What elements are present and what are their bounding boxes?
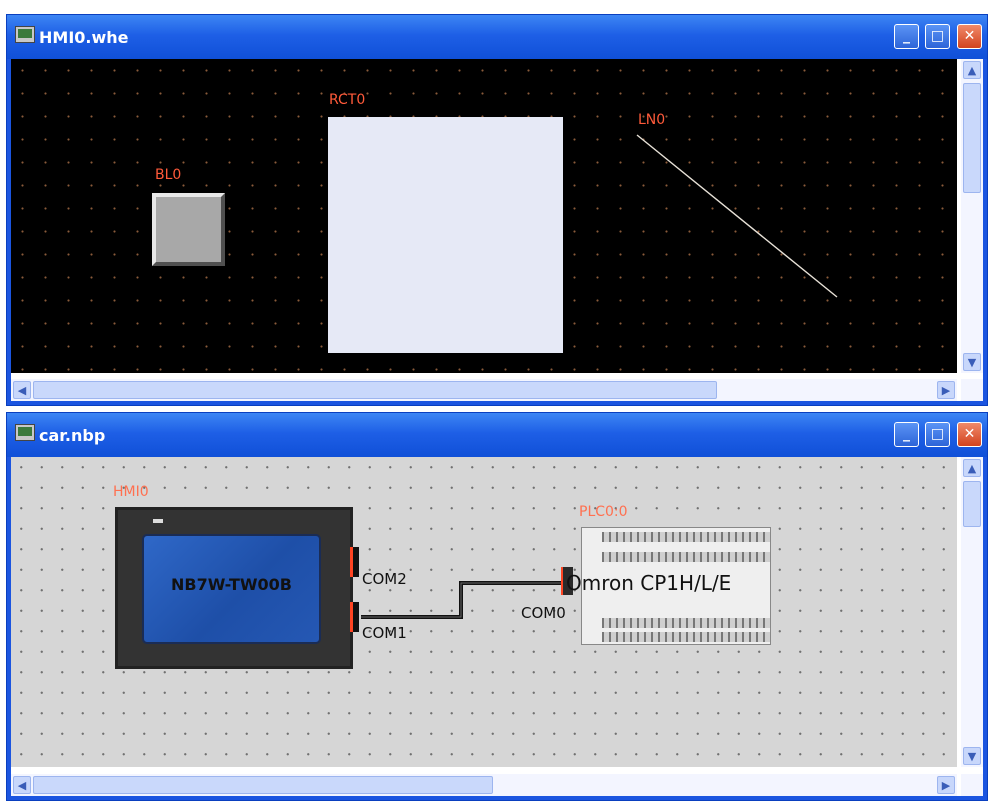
horizontal-scroll-thumb[interactable] [33,381,717,399]
close-button[interactable]: ✕ [957,422,982,447]
minimize-button[interactable]: _ [894,422,919,447]
scroll-left-arrow-icon[interactable]: ◀ [13,776,31,794]
hmi-editor-window[interactable]: HMI0.whe _ □ ✕ BL0 RCT0 LN0 ▲ ▼ ◀ ▶ [6,14,988,406]
project-window-title: car.nbp [39,426,106,445]
scroll-up-arrow-icon[interactable]: ▲ [963,459,981,477]
project-client-area: HMI0 NB7W-TW00B COM2 COM1 PLC0:0 Omron C… [11,457,983,796]
vertical-scroll-thumb[interactable] [963,481,981,527]
plc-model-label: Omron CP1H/L/E [566,571,732,595]
resize-grip-icon[interactable] [961,774,983,796]
project-window[interactable]: car.nbp _ □ ✕ HMI0 NB7W-TW00B COM2 COM1 … [6,412,988,801]
horizontal-scroll-thumb[interactable] [33,776,493,794]
vertical-scroll-thumb[interactable] [963,83,981,193]
project-canvas[interactable]: HMI0 NB7W-TW00B COM2 COM1 PLC0:0 Omron C… [11,457,957,767]
scroll-down-arrow-icon[interactable]: ▼ [963,747,981,765]
hmi-client-area: BL0 RCT0 LN0 ▲ ▼ ◀ ▶ [11,59,983,401]
hmi-screen-canvas[interactable]: BL0 RCT0 LN0 [11,59,957,373]
app-icon [15,26,35,43]
minimize-button[interactable]: _ [894,24,919,49]
com0-port-label: COM0 [521,604,566,622]
app-icon [15,424,35,441]
hmi-window-title: HMI0.whe [39,28,129,47]
vertical-scrollbar[interactable]: ▲ ▼ [961,457,983,767]
hmi-window-titlebar[interactable]: HMI0.whe _ □ ✕ [7,15,987,59]
maximize-button[interactable]: □ [925,24,950,49]
scroll-right-arrow-icon[interactable]: ▶ [937,381,955,399]
scroll-up-arrow-icon[interactable]: ▲ [963,61,981,79]
scroll-down-arrow-icon[interactable]: ▼ [963,353,981,371]
horizontal-scrollbar[interactable]: ◀ ▶ [11,774,957,796]
close-button[interactable]: ✕ [957,24,982,49]
scroll-left-arrow-icon[interactable]: ◀ [13,381,31,399]
scroll-right-arrow-icon[interactable]: ▶ [937,776,955,794]
serial-connection-cable[interactable] [11,457,957,767]
vertical-scrollbar[interactable]: ▲ ▼ [961,59,983,373]
plc-device-label: PLC0:0 [579,504,628,520]
project-window-titlebar[interactable]: car.nbp _ □ ✕ [7,413,987,457]
maximize-button[interactable]: □ [925,422,950,447]
horizontal-scrollbar[interactable]: ◀ ▶ [11,379,957,401]
resize-grip-icon[interactable] [961,379,983,401]
ln0-line-object[interactable] [11,59,957,373]
